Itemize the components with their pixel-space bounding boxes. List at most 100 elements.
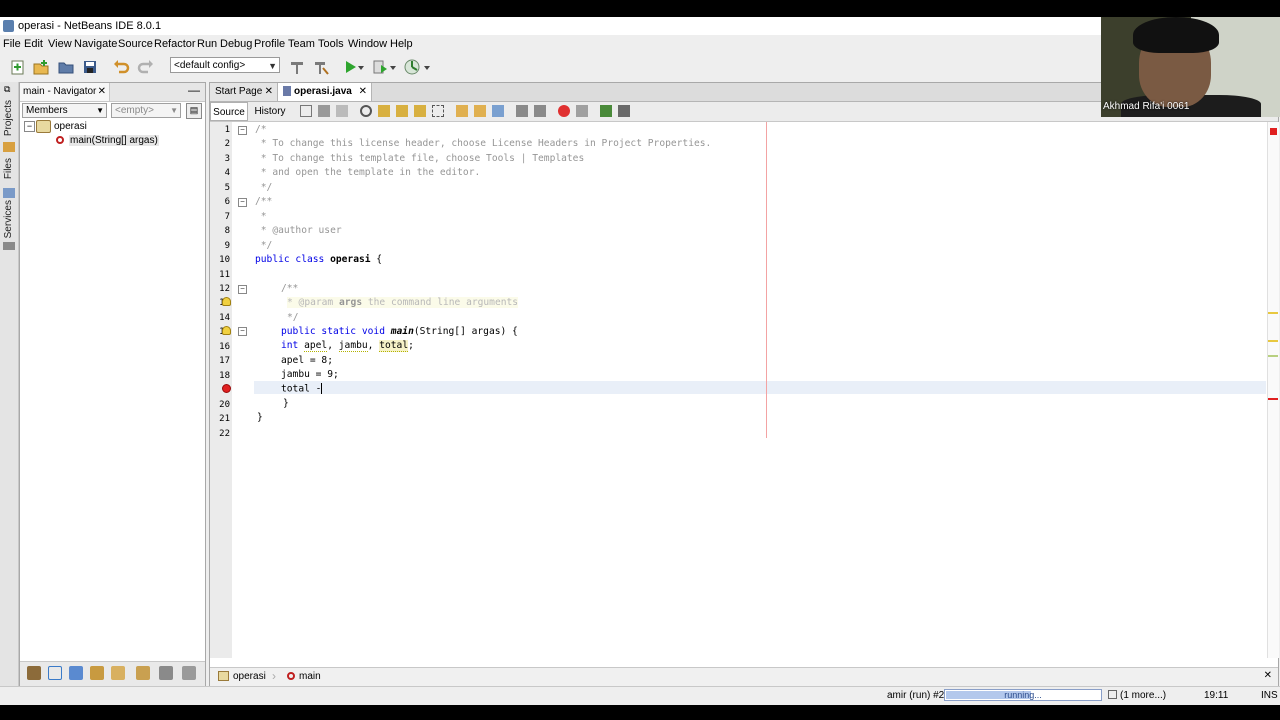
members-filter-value: Members bbox=[26, 105, 68, 116]
code-line-3: * To change this template file, choose T… bbox=[255, 153, 585, 164]
menu-profile[interactable]: Profile bbox=[254, 38, 285, 50]
menu-refactor[interactable]: Refactor bbox=[154, 38, 196, 50]
back-icon[interactable] bbox=[318, 105, 330, 117]
close-icon[interactable]: ✕ bbox=[1264, 670, 1272, 681]
profile-dropdown-icon[interactable] bbox=[422, 57, 432, 77]
clean-build-icon[interactable] bbox=[311, 57, 331, 77]
hint-bulb-icon[interactable] bbox=[222, 326, 231, 335]
line-number: 6 bbox=[224, 197, 230, 207]
menu-window[interactable]: Window bbox=[348, 38, 387, 50]
uncomment-icon[interactable] bbox=[618, 105, 630, 117]
tasks-icon[interactable] bbox=[1108, 690, 1117, 699]
comment-icon[interactable] bbox=[600, 105, 612, 117]
source-view-tab[interactable]: Source bbox=[210, 102, 248, 121]
fold-toggle-icon[interactable]: − bbox=[238, 285, 247, 294]
prev-bookmark-icon[interactable] bbox=[456, 105, 468, 117]
find-icon[interactable] bbox=[360, 105, 372, 117]
stop-macro-icon[interactable] bbox=[576, 105, 588, 117]
last-edit-icon[interactable] bbox=[300, 105, 312, 117]
menu-run[interactable]: Run bbox=[197, 38, 217, 50]
members-filter-select[interactable]: Members ▼ bbox=[22, 103, 107, 118]
warning-mark[interactable] bbox=[1268, 355, 1278, 357]
chevron-down-icon: ▼ bbox=[96, 106, 104, 115]
build-icon[interactable] bbox=[287, 57, 307, 77]
close-icon[interactable]: ✕ bbox=[98, 83, 106, 101]
running-task-label[interactable]: amir (run) #2 bbox=[887, 690, 944, 701]
close-icon[interactable]: ✕ bbox=[359, 83, 367, 101]
menu-help[interactable]: Help bbox=[390, 38, 413, 50]
next-bookmark-icon[interactable] bbox=[474, 105, 486, 117]
sort-by-name-icon[interactable] bbox=[159, 666, 173, 680]
new-project-icon[interactable] bbox=[31, 57, 51, 77]
fqn-filter-icon[interactable] bbox=[111, 666, 125, 680]
debug-dropdown-icon[interactable] bbox=[388, 57, 398, 77]
code-line-13: * @param args the command line arguments bbox=[287, 297, 519, 308]
navigator-options-icon[interactable]: ▤ bbox=[186, 103, 202, 119]
menu-debug[interactable]: Debug bbox=[220, 38, 252, 50]
menu-source[interactable]: Source bbox=[118, 38, 153, 50]
new-file-icon[interactable] bbox=[8, 57, 28, 77]
breadcrumb-method[interactable]: main bbox=[299, 671, 321, 682]
class-icon bbox=[36, 120, 51, 133]
menu-view[interactable]: View bbox=[48, 38, 72, 50]
services-tab[interactable]: Services bbox=[3, 200, 14, 238]
debug-icon[interactable] bbox=[370, 57, 390, 77]
menu-tools[interactable]: Tools bbox=[318, 38, 344, 50]
toggle-bookmark-icon[interactable] bbox=[492, 105, 504, 117]
navigator-tab[interactable]: main - Navigator ✕ bbox=[20, 83, 110, 101]
menu-navigate[interactable]: Navigate bbox=[74, 38, 117, 50]
inherited-members-icon[interactable] bbox=[27, 666, 41, 680]
fold-toggle-icon[interactable]: − bbox=[238, 198, 247, 207]
fields-filter-icon[interactable] bbox=[48, 666, 62, 680]
open-project-icon[interactable] bbox=[56, 57, 76, 77]
projects-tab[interactable]: Projects bbox=[3, 100, 14, 136]
variable: jambu bbox=[338, 340, 368, 352]
minimize-icon[interactable]: — bbox=[188, 83, 200, 97]
error-status-icon[interactable] bbox=[1270, 128, 1277, 135]
fold-toggle-icon[interactable]: − bbox=[238, 327, 247, 336]
tree-collapse-icon[interactable]: − bbox=[24, 121, 35, 132]
tab-operasi-java[interactable]: operasi.java ✕ bbox=[278, 83, 372, 101]
warning-mark[interactable] bbox=[1268, 340, 1278, 342]
find-next-icon[interactable] bbox=[396, 105, 408, 117]
error-icon[interactable] bbox=[222, 384, 231, 393]
menu-team[interactable]: Team bbox=[288, 38, 315, 50]
save-all-icon[interactable] bbox=[80, 57, 100, 77]
empty-select[interactable]: <empty> ▼ bbox=[111, 103, 181, 118]
forward-icon[interactable] bbox=[336, 105, 348, 117]
menu-file[interactable]: File bbox=[3, 38, 21, 50]
record-macro-icon[interactable] bbox=[558, 105, 570, 117]
profile-icon[interactable] bbox=[402, 57, 422, 77]
sort-by-source-icon[interactable] bbox=[136, 666, 150, 680]
tree-item-method[interactable]: main(String[] argas) bbox=[69, 135, 159, 146]
shift-left-icon[interactable] bbox=[516, 105, 528, 117]
shift-right-icon[interactable] bbox=[534, 105, 546, 117]
redo-icon[interactable] bbox=[136, 57, 156, 77]
fold-toggle-icon[interactable]: − bbox=[238, 126, 247, 135]
hint-bulb-icon[interactable] bbox=[222, 297, 231, 306]
line-number: 16 bbox=[219, 342, 230, 352]
history-view-tab[interactable]: History bbox=[250, 102, 290, 121]
files-tab[interactable]: Files bbox=[3, 158, 14, 179]
toggle-highlight-icon[interactable] bbox=[432, 105, 444, 117]
warning-mark[interactable] bbox=[1268, 312, 1278, 314]
more-tasks-link[interactable]: (1 more...) bbox=[1120, 690, 1166, 701]
sort-by-type-icon[interactable] bbox=[182, 666, 196, 680]
line-number: 4 bbox=[224, 168, 230, 178]
tree-item-class[interactable]: operasi bbox=[54, 121, 87, 132]
progress-bar[interactable]: running... bbox=[944, 689, 1102, 701]
static-filter-icon[interactable] bbox=[69, 666, 83, 680]
config-select[interactable]: <default config> ▼ bbox=[170, 57, 280, 73]
error-mark[interactable] bbox=[1268, 398, 1278, 400]
menu-edit[interactable]: Edit bbox=[24, 38, 43, 50]
breadcrumb-class[interactable]: operasi bbox=[233, 671, 266, 682]
find-previous-icon[interactable] bbox=[378, 105, 390, 117]
nonpublic-filter-icon[interactable] bbox=[90, 666, 104, 680]
line-number: 8 bbox=[224, 226, 230, 236]
restore-icon[interactable]: ⧉ bbox=[4, 84, 10, 95]
find-selection-icon[interactable] bbox=[414, 105, 426, 117]
run-dropdown-icon[interactable] bbox=[356, 57, 366, 77]
close-icon[interactable]: ✕ bbox=[265, 83, 273, 101]
undo-icon[interactable] bbox=[111, 57, 131, 77]
tab-start-page[interactable]: Start Page ✕ bbox=[210, 83, 278, 101]
